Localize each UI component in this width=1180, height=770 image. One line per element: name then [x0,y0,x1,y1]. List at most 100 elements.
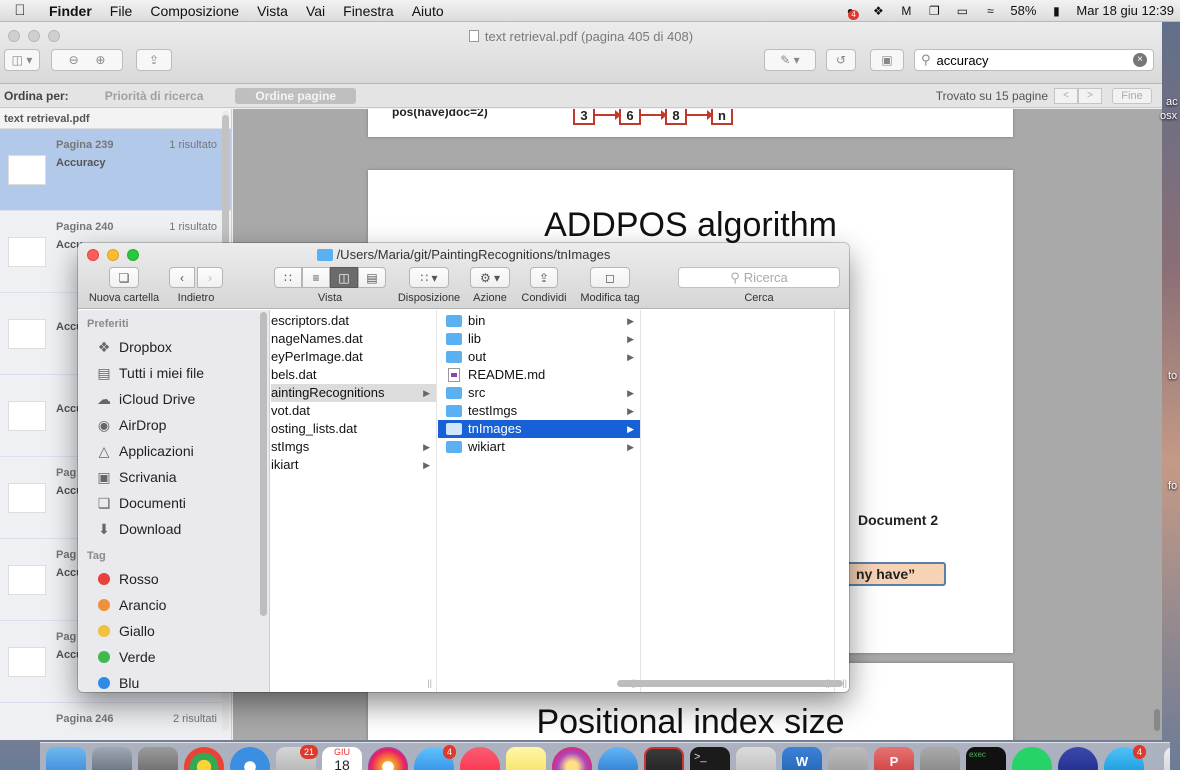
safari-dock-icon[interactable] [230,747,270,770]
rotate-button[interactable]: ↺ [826,49,856,71]
sidebar-item-downloads[interactable]: ⬇ Download [78,516,269,542]
menu-help[interactable]: Aiuto [403,3,453,19]
search-done-button[interactable]: Fine [1112,87,1152,104]
battery-percent[interactable]: 58% [1010,3,1036,18]
menubar-clock[interactable]: Mar 18 giu 12:39 [1076,3,1174,18]
share-finder-button[interactable]: ⇪ [530,267,558,288]
window-manager-icon[interactable]: ❐ [926,4,942,18]
markup-button[interactable]: ✎ ▾ [764,49,816,71]
toolbox-button[interactable]: ▣ [870,49,904,71]
sidebar-scrollbar[interactable] [260,312,267,616]
column-resize-handle[interactable]: || [842,678,847,688]
sidebar-item-desktop[interactable]: ▣ Scrivania [78,464,269,490]
icon-view-button[interactable]: ∷ [274,267,302,288]
sidebar-item-all-files[interactable]: ▤ Tutti i miei file [78,360,269,386]
menu-edit[interactable]: Composizione [141,3,248,19]
menu-window[interactable]: Finestra [334,3,403,19]
zoom-in-icon[interactable]: ⊕ [95,53,105,67]
cover-flow-button[interactable]: ▤ [358,267,386,288]
folder-row[interactable]: out ▶ [438,348,640,366]
search-result-item[interactable]: Pagina 246 2 risultati [0,703,231,740]
desktop-item-label[interactable]: to [1168,370,1177,382]
script-editor-dock-icon[interactable] [736,747,776,770]
folder-row[interactable]: lib ▶ [438,330,640,348]
folder-row[interactable]: stImgs ▶ [271,438,436,456]
file-row[interactable]: escriptors.dat [271,312,436,330]
folder-row[interactable]: wikiart ▶ [438,438,640,456]
search-result-item[interactable]: Pagina 239 1 risultato Accuracy [0,129,231,211]
launchpad-dock-icon[interactable] [92,747,132,770]
chrome-dock-icon[interactable] [184,747,224,770]
arrange-button[interactable]: ∷ ▾ [409,267,449,288]
zoom-buttons[interactable]: ⊖ ⊕ [51,49,123,71]
file-row[interactable]: osting_lists.dat [271,420,436,438]
eclipse-dock-icon[interactable] [1058,747,1098,770]
folder-row[interactable]: ikiart ▶ [271,456,436,474]
file-row[interactable]: bels.dat [271,366,436,384]
column-view-button[interactable]: ◫ [330,267,358,288]
dropbox-status-icon[interactable]: ❖ [870,4,886,18]
preview-dock-icon[interactable]: 21 [276,745,318,770]
malwarebytes-icon[interactable]: M [898,4,914,18]
previous-result-button[interactable]: < [1054,87,1078,104]
sidebar-item-airdrop[interactable]: ◉ AirDrop [78,412,269,438]
folder-row-selected[interactable]: tnImages ▶ [438,420,640,438]
finder-horizontal-scrollbar[interactable] [617,680,843,687]
pdf-scrollbar[interactable] [1154,709,1160,731]
whatsapp-dock-icon[interactable] [1012,747,1052,770]
utility-dock-icon[interactable] [828,747,868,770]
photos-dock-icon[interactable] [368,747,408,770]
menu-go[interactable]: Vai [297,3,334,19]
sidebar-toggle-button[interactable]: ◫ ▾ [4,49,40,71]
preview-search-field[interactable]: ⚲ × [914,49,1154,71]
photo-booth-dock-icon[interactable] [644,747,684,770]
sidebar-tag-blue[interactable]: Blu [78,670,269,692]
list-view-button[interactable]: ≡ [302,267,330,288]
next-result-button[interactable]: > [1078,87,1102,104]
desktop-item-label[interactable]: ac [1166,96,1178,108]
sidebar-tag-yellow[interactable]: Giallo [78,618,269,644]
sidebar-tag-green[interactable]: Verde [78,644,269,670]
desktop-item-label[interactable]: fo [1168,480,1177,492]
flower-app-dock-icon[interactable] [552,747,592,770]
folder-row-selected[interactable]: aintingRecognitions ▶ [271,384,436,402]
file-row[interactable]: README.md [438,366,640,384]
sidebar-item-applications[interactable]: △ Applicazioni [78,438,269,464]
sidebar-item-icloud[interactable]: ☁ iCloud Drive [78,386,269,412]
desktop-item-label[interactable]: osx [1160,110,1177,122]
system-preferences-dock-icon[interactable] [138,747,178,770]
menu-file[interactable]: File [101,3,142,19]
new-folder-button[interactable]: ❏ [109,267,139,288]
file-row[interactable]: vot.dat [271,402,436,420]
clear-search-icon[interactable]: × [1133,53,1147,67]
downloads-stack-dock-icon[interactable] [1164,747,1170,770]
sidebar-tag-red[interactable]: Rosso [78,566,269,592]
file-row[interactable]: nageNames.dat [271,330,436,348]
notification-app-icon[interactable]: ●4 [842,4,859,20]
folder-row[interactable]: bin ▶ [438,312,640,330]
app-store-dock-icon[interactable]: 4 [414,745,456,770]
share-button[interactable]: ⇪ [136,49,172,71]
sidebar-item-dropbox[interactable]: ❖ Dropbox [78,334,269,360]
archive-dock-icon[interactable] [920,747,960,770]
edit-tags-button[interactable]: ◻ [590,267,630,288]
itunes-dock-icon[interactable] [460,747,500,770]
folder-row[interactable]: src ▶ [438,384,640,402]
menu-view[interactable]: Vista [248,3,297,19]
zoom-out-icon[interactable]: ⊖ [69,53,79,67]
airplay-icon[interactable]: ▭ [954,4,970,18]
menu-app-finder[interactable]: Finder [40,3,101,19]
powerpoint-dock-icon[interactable]: P [874,747,914,770]
finder-search-field[interactable]: ⚲ Ricerca [678,267,840,288]
terminal-dock-icon[interactable]: >_ [690,747,730,770]
sort-by-page-order[interactable]: Ordine pagine [235,87,357,104]
sort-by-relevance[interactable]: Priorità di ricerca [85,88,224,104]
sidebar-item-documents[interactable]: ❏ Documenti [78,490,269,516]
calendar-dock-icon[interactable]: GIU 18 [322,747,362,770]
preview-search-input[interactable] [936,52,1133,68]
finder-dock-icon[interactable] [46,747,86,770]
wifi-icon[interactable]: ≈ [982,4,998,18]
finder-column-tnimages[interactable]: || [642,310,835,692]
forward-button[interactable]: › [197,267,223,288]
battery-icon[interactable]: ▮ [1048,4,1064,18]
